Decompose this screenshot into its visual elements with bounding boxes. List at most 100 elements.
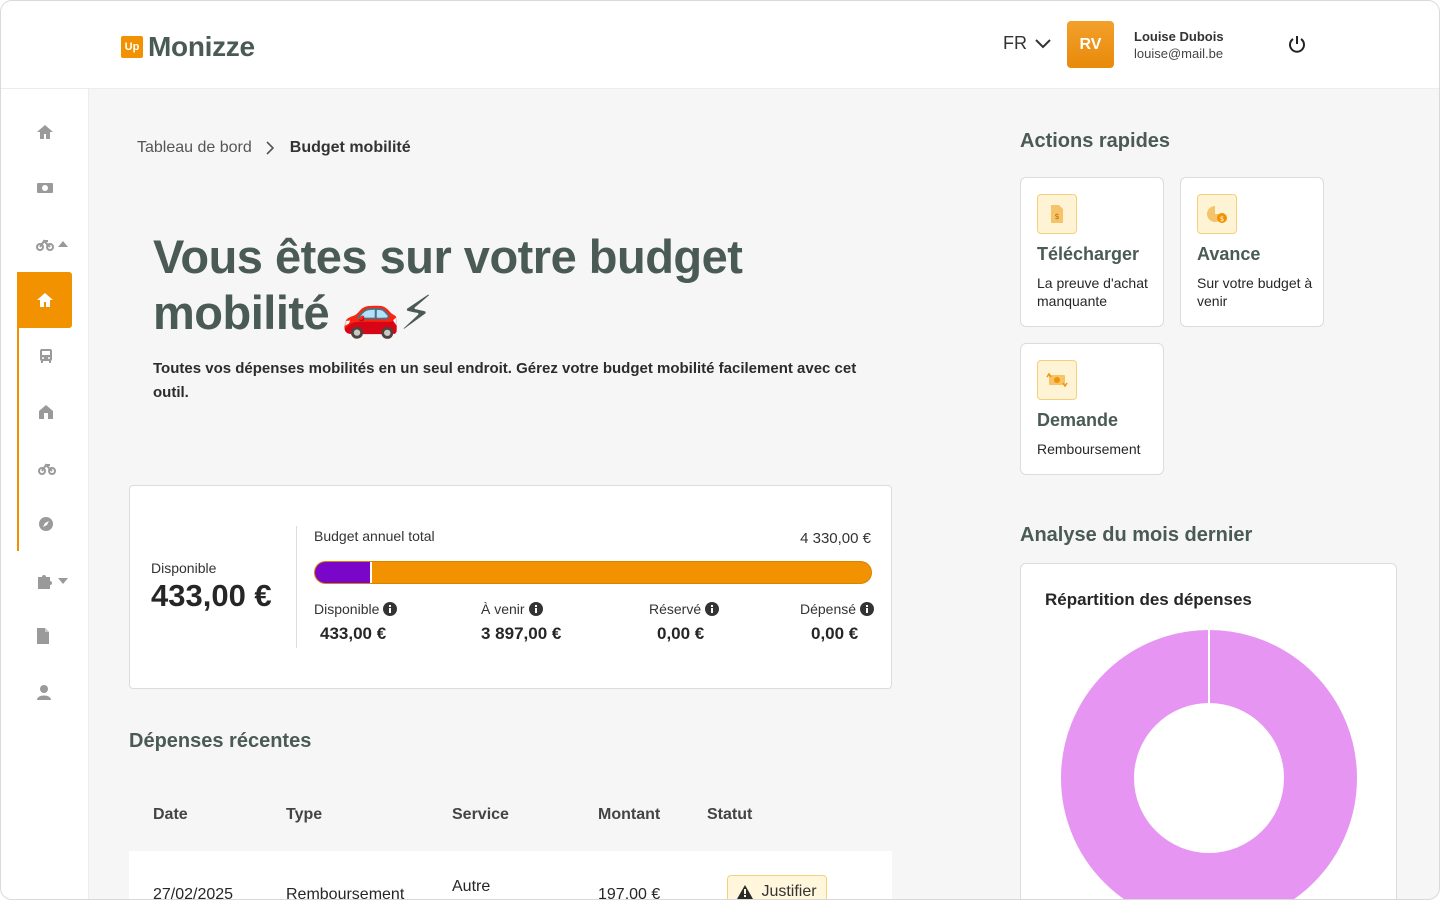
analysis-title: Analyse du mois dernier [1020,524,1253,546]
metric-label: Dépensé [800,601,857,617]
sidebar-item-mobility-toggle[interactable] [1,224,89,264]
column-header-date[interactable]: Date [153,806,188,824]
power-icon[interactable] [1287,34,1307,59]
metric-available: Disponible 433,00 € [314,601,398,644]
language-label: FR [1003,33,1027,53]
quick-action-title: Demande [1037,410,1119,430]
metric-value: 0,00 € [657,624,705,643]
user-name: Louise Dubois [1134,29,1224,44]
home-icon [37,125,53,139]
bike-icon [36,239,54,251]
document-icon [37,628,49,644]
language-selector[interactable]: FR [1003,33,1051,54]
logo-badge: Up [121,36,143,58]
budget-progress-available [315,562,371,583]
justify-label: Justifier [761,883,817,900]
quick-action-title: Télécharger [1037,244,1140,264]
sidebar-item-bike[interactable] [1,448,89,488]
quick-action-download[interactable]: $ Télécharger La preuve d'achat manquant… [1020,177,1164,327]
metric-label: À venir [481,601,525,617]
main-content: Tableau de bord Budget mobilité Vous ête… [89,89,1439,900]
quick-action-text: Remboursement [1037,441,1141,457]
sidebar-item-mobility-budget[interactable] [17,272,72,328]
metric-value: 3 897,00 € [481,624,562,643]
chevron-up-icon [58,241,68,247]
row-date: 27/02/2025 [153,886,234,900]
column-header-status[interactable]: Statut [707,806,752,824]
analysis-card: Répartition des dépenses [1020,563,1397,899]
app-window: Up Monizze FR RV Louise Dubois louise@ma… [0,0,1440,900]
row-type: Remboursement [286,886,405,900]
sidebar-item-profile[interactable] [1,672,89,712]
quick-action-advance[interactable]: $ Avance Sur votre budget à venir [1180,177,1324,327]
money-exchange-icon [1037,360,1077,400]
pie-coin-icon: $ [1197,194,1237,234]
table-row[interactable]: 27/02/2025 Remboursement Autre 197,00 € … [129,851,896,900]
metric-value: 0,00 € [811,624,859,643]
svg-text:$: $ [1054,212,1059,221]
metric-value: 433,00 € [320,624,387,643]
metric-upcoming: À venir 3 897,00 € [481,601,561,644]
quick-actions-title: Actions rapides [1020,130,1171,152]
house-icon [39,405,53,419]
user-email: louise@mail.be [1134,46,1224,61]
annual-budget-label: Budget annuel total [314,528,435,544]
home-icon [36,293,53,307]
available-value: 433,00 € [151,578,272,613]
chevron-down-icon [1035,38,1051,48]
sidebar-item-explore[interactable] [1,504,89,544]
quick-action-title: Avance [1197,244,1261,264]
compass-icon [39,517,53,531]
sidebar-item-housing[interactable] [1,392,89,432]
sidebar-item-transport[interactable] [1,336,89,376]
breadcrumb-dashboard-link[interactable]: Tableau de bord [137,139,252,157]
more-options-icon[interactable]: ••• [875,893,897,899]
budget-card: Disponible 433,00 € Budget annuel total … [129,485,892,689]
breadcrumb-current: Budget mobilité [289,139,411,156]
chevron-right-icon [266,141,274,155]
sidebar-item-documents[interactable] [1,616,89,656]
column-header-amount[interactable]: Montant [598,806,660,824]
user-icon [37,685,51,700]
quick-action-request[interactable]: Demande Remboursement [1020,343,1164,475]
metric-spent: Dépensé 0,00 € [800,601,875,644]
user-info[interactable]: Louise Dubois louise@mail.be [1134,29,1224,61]
column-header-service[interactable]: Service [452,806,509,824]
budget-progress-bar [314,561,872,584]
money-icon [37,183,53,193]
justify-button[interactable]: Justifier [727,875,827,900]
top-header: Up Monizze FR RV Louise Dubois louise@ma… [1,1,1439,89]
bike-icon [38,463,56,475]
info-icon[interactable] [860,602,875,616]
quick-action-text: La preuve d'achat manquante [1037,275,1148,309]
avatar[interactable]: RV [1067,21,1114,68]
monizze-logo[interactable]: Up Monizze [121,31,255,63]
metric-label: Réservé [649,601,702,617]
sidebar-item-meal[interactable] [1,168,89,208]
info-icon[interactable] [705,602,720,616]
sidebar-item-dashboard[interactable] [1,112,89,152]
sidebar [1,89,89,899]
available-label: Disponible [151,560,217,576]
recent-expenses-title: Dépenses récentes [129,730,312,752]
row-amount: 197,00 € [598,886,661,900]
metric-reserved: Réservé 0,00 € [649,601,720,644]
page-subtitle: Toutes vos dépenses mobilités en un seul… [153,360,857,401]
info-icon[interactable] [383,602,398,616]
column-header-type[interactable]: Type [286,806,322,824]
warning-icon [737,885,754,899]
divider [296,526,297,648]
quick-action-text: Sur votre budget à venir [1197,275,1313,309]
document-dollar-icon: $ [1037,194,1077,234]
row-service: Autre [452,878,491,895]
sidebar-item-extras-toggle[interactable] [1,561,89,601]
expenses-donut-chart [1061,630,1357,899]
puzzle-icon [38,575,52,589]
info-icon[interactable] [528,602,543,616]
metric-label: Disponible [314,601,380,617]
breadcrumb: Tableau de bord Budget mobilité [137,139,411,157]
page-title: Vous êtes sur votre budget mobilité 🚗⚡ [153,230,743,339]
chevron-down-icon [58,578,68,584]
annual-budget-value: 4 330,00 € [800,530,871,547]
logo-text: Monizze [148,31,255,62]
